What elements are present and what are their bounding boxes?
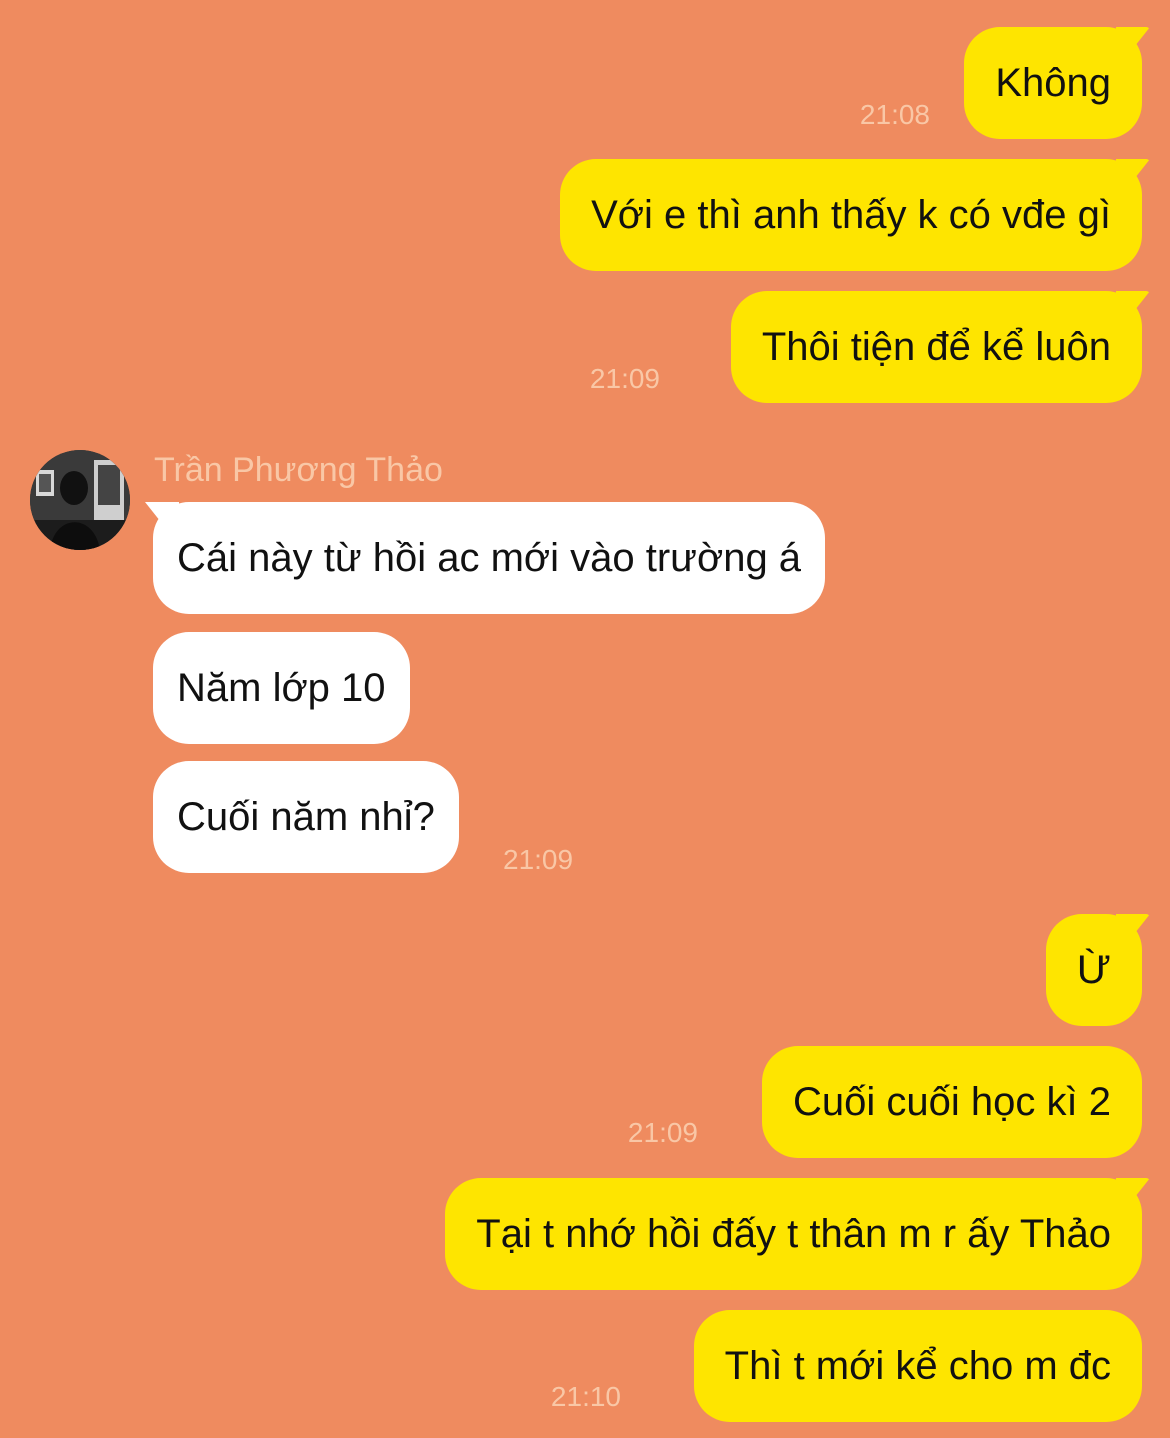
message-text: Cuối cuối học kì 2 <box>793 1080 1111 1124</box>
message-text: Cuối năm nhỉ? <box>177 795 435 839</box>
message-bubble-outgoing[interactable]: Cuối cuối học kì 2 <box>762 1046 1142 1158</box>
message-bubble-incoming[interactable]: Năm lớp 10 <box>153 632 410 744</box>
message-bubble-outgoing[interactable]: Ừ <box>1045 914 1142 1026</box>
message-bubble-incoming[interactable]: Cái này từ hồi ac mới vào trường á <box>153 502 826 614</box>
contact-avatar[interactable] <box>30 450 130 550</box>
message-text: Không <box>995 61 1111 105</box>
message-text: Cái này từ hồi ac mới vào trường á <box>177 536 802 580</box>
message-bubble-outgoing[interactable]: Thì t mới kể cho m đc <box>693 1310 1142 1422</box>
message-bubble-incoming[interactable]: Cuối năm nhỉ? <box>153 761 459 873</box>
message-text: Năm lớp 10 <box>177 666 386 710</box>
message-timestamp: 21:09 <box>503 844 574 875</box>
message-text: Với e thì anh thấy k có vđe gì <box>591 193 1111 237</box>
message-bubble-outgoing[interactable]: Với e thì anh thấy k có vđe gì <box>560 159 1142 271</box>
message-bubble-outgoing[interactable]: Không <box>964 27 1142 139</box>
profile-photo-icon <box>30 450 130 550</box>
message-bubble-outgoing[interactable]: Tại t nhớ hồi đấy t thân m r ấy Thảo <box>445 1178 1142 1290</box>
message-bubble-outgoing[interactable]: Thôi tiện để kể luôn <box>730 291 1142 403</box>
message-timestamp: 21:08 <box>859 99 930 130</box>
message-text: Tại t nhớ hồi đấy t thân m r ấy Thảo <box>476 1212 1111 1256</box>
message-timestamp: 21:09 <box>589 363 660 394</box>
message-text: Thôi tiện để kể luôn <box>761 325 1111 369</box>
message-text: Thì t mới kể cho m đc <box>724 1344 1111 1388</box>
message-timestamp: 21:09 <box>627 1117 698 1148</box>
message-timestamp: 21:10 <box>550 1381 621 1412</box>
sender-name: Trần Phương Thảo <box>154 451 443 489</box>
message-text: Ừ <box>1076 948 1111 992</box>
